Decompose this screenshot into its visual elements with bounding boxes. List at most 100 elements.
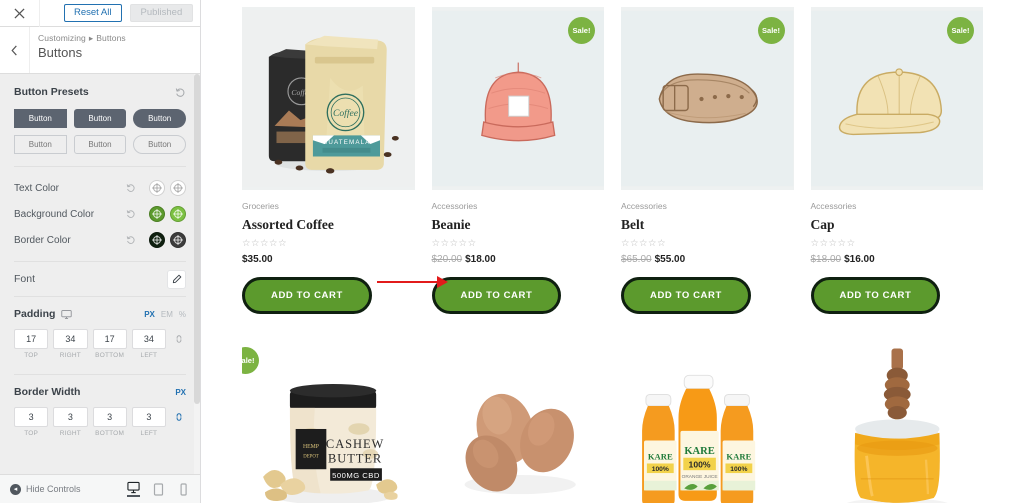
border-width-left-field: 3 LEFT [131,407,166,437]
mobile-icon[interactable] [177,482,190,496]
add-to-cart-button-2[interactable]: ADD TO CART [431,277,562,314]
product-category[interactable]: Accessories [432,201,605,211]
desktop-icon[interactable] [127,481,140,497]
product-category[interactable]: Accessories [621,201,794,211]
sidebar-scroll-area: Button Presets Button Button Button Butt… [0,74,200,474]
border-width-link-icon[interactable] [171,407,186,427]
border-color-swatch-normal[interactable] [149,232,165,248]
eggs-illustration [431,340,604,503]
add-to-cart-button-3[interactable]: ADD TO CART [621,277,751,314]
padding-left-input[interactable]: 34 [131,329,166,349]
padding-top-input[interactable]: 17 [14,329,49,349]
product-image-cashew-butter[interactable]: Sale! HEMP DEPOT CASHEW [242,337,415,503]
hide-controls-label: Hide Controls [26,484,81,494]
product-category[interactable]: Groceries [242,201,415,211]
preset-filled-pill[interactable]: Button [133,109,186,128]
border-width-top-input[interactable]: 3 [14,407,49,427]
product-price-original: $18.00 [810,254,842,265]
svg-text:100%: 100% [689,459,711,469]
text-color-label: Text Color [14,182,60,194]
product-rating-stars: ☆☆☆☆☆ [431,238,477,249]
padding-unit-em[interactable]: EM [161,310,173,319]
product-category[interactable]: Accessories [811,201,984,211]
orange-juice-illustration: KARE 100% KARE 100% KARE 100% ORANGE JUI… [621,340,794,503]
hide-controls-button[interactable]: ◂ Hide Controls [10,483,81,495]
preset-filled-square[interactable]: Button [14,109,67,128]
background-color-swatch-normal[interactable] [149,206,165,222]
border-width-right-input[interactable]: 3 [53,407,88,427]
breadcrumb-separator: ▸ [88,33,94,43]
product-card-eggs [431,337,604,503]
tablet-icon[interactable] [152,482,165,496]
coffee-bags-illustration: Coffee Coffee GUATEMALA [242,10,415,187]
padding-fields: 17 TOP 34 RIGHT 17 BOTTOM 34 LEFT [14,329,186,359]
text-color-swatch-normal[interactable] [149,180,165,196]
site-preview: Coffee Coffee GUATEMALA Groceries Assort… [200,0,1024,503]
undo-icon[interactable] [126,209,136,219]
product-name[interactable]: Cap [811,217,984,233]
border-width-header: Border Width PX [14,386,186,398]
product-name[interactable]: Belt [621,217,794,233]
border-width-right-field: 3 RIGHT [53,407,88,437]
undo-icon[interactable] [126,235,136,245]
border-width-right-label: RIGHT [59,430,81,437]
undo-icon[interactable] [126,183,136,193]
border-color-row: Border Color [0,227,200,253]
product-image-honey-jar[interactable] [810,337,983,503]
button-presets-grid: Button Button Button Button Button Butto… [14,109,186,154]
background-color-label: Background Color [14,208,95,220]
preset-outline-pill[interactable]: Button [133,135,186,154]
padding-bottom-field: 17 BOTTOM [92,329,127,359]
chevron-left-icon[interactable] [0,27,30,73]
product-image-orange-juice[interactable]: KARE 100% KARE 100% KARE 100% ORANGE JUI… [621,337,794,503]
product-image-cap[interactable]: Sale! [810,7,983,190]
preset-outline-rounded[interactable]: Button [73,135,127,154]
background-color-row: Background Color [0,201,200,227]
close-icon[interactable] [0,0,40,27]
text-color-swatch-hover[interactable] [170,180,186,196]
add-to-cart-button-4[interactable]: ADD TO CART [810,277,941,314]
product-rating-stars: ☆☆☆☆☆ [810,238,856,249]
undo-icon[interactable] [175,87,186,98]
add-to-cart-button-1[interactable]: ADD TO CART [242,277,372,314]
padding-bottom-input[interactable]: 17 [92,329,127,349]
border-width-units: PX [175,388,186,397]
collapse-icon: ◂ [10,483,21,495]
product-rating-stars: ☆☆☆☆☆ [621,238,667,249]
border-width-unit-px[interactable]: PX [175,388,186,397]
published-button[interactable]: Published [129,3,194,23]
breadcrumb-root[interactable]: Customizing [38,33,86,43]
svg-text:KARE: KARE [648,452,673,462]
svg-text:KARE: KARE [684,446,714,457]
product-image-eggs[interactable] [431,337,604,503]
product-card-assorted-coffee: Coffee Coffee GUATEMALA Groceries Assort… [242,7,415,314]
product-name[interactable]: Beanie [432,217,605,233]
padding-control: Padding PX EM % 17 TOP 34 RIGHT 17 BOTTO… [0,297,200,361]
border-width-bottom-input[interactable]: 3 [92,407,127,427]
color-controls: Text Color Background Color Border Color [0,167,200,253]
padding-link-icon[interactable] [171,329,186,349]
sidebar-header-titles: Customizing ▸ Buttons Buttons [30,27,126,73]
background-color-swatch-hover[interactable] [170,206,186,222]
product-image-belt[interactable]: Sale! [621,7,794,190]
product-card-belt: Sale! Accessories Belt ☆☆☆☆☆ $65.00 $55.… [621,7,794,314]
pencil-icon[interactable] [167,269,186,289]
product-grid-row-2: Sale! HEMP DEPOT CASHEW [201,330,1024,503]
padding-unit-px[interactable]: PX [144,310,155,319]
border-color-swatch-hover[interactable] [170,232,186,248]
svg-text:BUTTER: BUTTER [328,452,382,466]
border-width-bottom-label: BOTTOM [95,430,125,437]
svg-text:100%: 100% [652,466,669,473]
desktop-icon[interactable] [61,309,73,320]
border-width-left-input[interactable]: 3 [131,407,166,427]
padding-unit-percent[interactable]: % [179,310,186,319]
padding-right-input[interactable]: 34 [53,329,88,349]
product-image-beanie[interactable]: Sale! [431,7,604,190]
preset-filled-rounded[interactable]: Button [73,109,127,128]
reset-all-button[interactable]: Reset All [64,3,122,23]
product-price-current: $35.00 [242,254,273,265]
product-image-coffee-bags[interactable]: Coffee Coffee GUATEMALA [242,7,415,190]
preset-outline-square[interactable]: Button [14,135,67,154]
product-name[interactable]: Assorted Coffee [242,217,415,233]
customizer-sidebar: Reset All Published Customizing ▸ Buttons … [0,0,200,503]
